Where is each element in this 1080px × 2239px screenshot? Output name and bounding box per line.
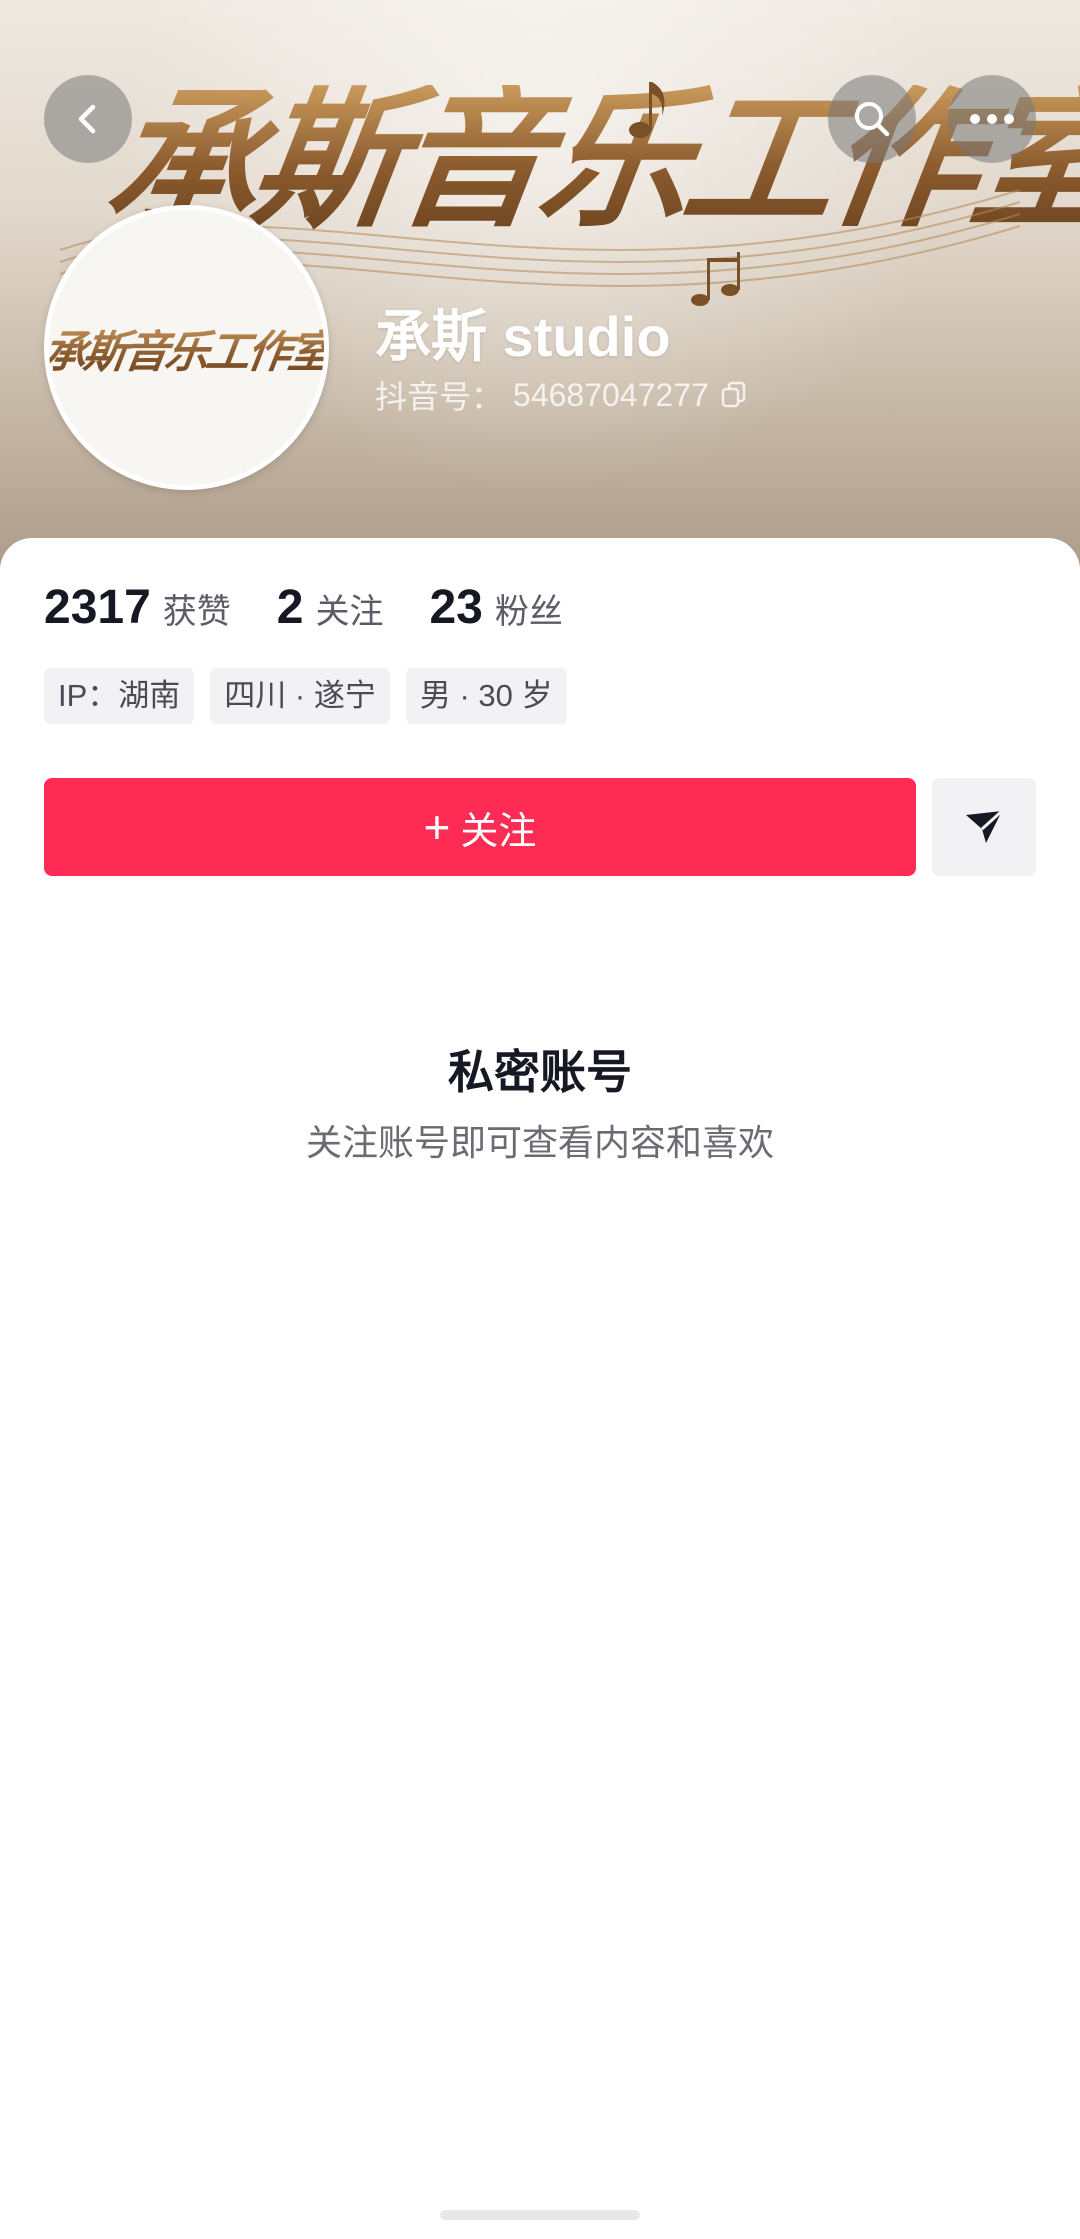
search-button[interactable] xyxy=(828,75,916,163)
follow-button-label: 关注 xyxy=(460,810,537,853)
account-id-row: 抖音号： 54687047277 xyxy=(375,372,749,418)
stat-following[interactable]: 2 关注 xyxy=(277,580,384,635)
profile-banner: 承斯音乐工作室 承斯音乐工作室 承斯 studio 抖音号： 546870472… xyxy=(0,0,1080,600)
profile-tags: IP：湖南 四川 · 遂宁 男 · 30 岁 xyxy=(44,668,567,724)
avatar[interactable]: 承斯音乐工作室 xyxy=(44,205,329,490)
stat-followers-value: 23 xyxy=(429,581,483,634)
profile-name: 承斯 studio xyxy=(375,305,671,368)
stat-following-label: 关注 xyxy=(315,593,384,631)
back-button[interactable] xyxy=(44,75,132,163)
account-id-label: 抖音号： xyxy=(375,379,504,415)
stat-likes-label: 获赞 xyxy=(162,593,231,631)
more-button[interactable] xyxy=(948,75,1036,163)
private-account-description: 关注账号即可查看内容和喜欢 xyxy=(305,1122,774,1163)
avatar-logo-text: 承斯音乐工作室 xyxy=(49,316,324,380)
profile-page: 承斯音乐工作室 承斯音乐工作室 承斯 studio 抖音号： 546870472… xyxy=(0,0,1080,2239)
message-button[interactable] xyxy=(932,778,1036,876)
home-indicator[interactable] xyxy=(440,2210,640,2220)
plus-icon: + xyxy=(423,801,451,853)
send-icon xyxy=(966,809,1004,843)
search-icon xyxy=(855,102,890,137)
stat-followers[interactable]: 23 粉丝 xyxy=(429,580,562,635)
profile-content: 2317 获赞 2 关注 23 粉丝 IP：湖南 四川 · 遂宁 男 · 30 … xyxy=(0,538,1080,2239)
stat-followers-label: 粉丝 xyxy=(494,593,563,631)
stat-likes[interactable]: 2317 获赞 xyxy=(44,580,231,635)
stat-following-value: 2 xyxy=(276,581,304,634)
profile-stats: 2317 获赞 2 关注 23 粉丝 xyxy=(44,580,609,635)
follow-button[interactable]: + 关注 xyxy=(44,778,916,876)
stat-likes-value: 2317 xyxy=(44,581,151,634)
tag-ip-location: IP：湖南 xyxy=(44,668,195,724)
account-id-value: 54687047277 xyxy=(513,376,709,413)
copy-icon[interactable] xyxy=(719,380,749,410)
tag-region: 四川 · 遂宁 xyxy=(210,668,390,724)
more-horizontal-icon xyxy=(970,114,1014,124)
private-account-title: 私密账号 xyxy=(448,1046,632,1098)
tag-gender-age: 男 · 30 岁 xyxy=(405,668,567,724)
chevron-left-icon xyxy=(78,104,96,134)
